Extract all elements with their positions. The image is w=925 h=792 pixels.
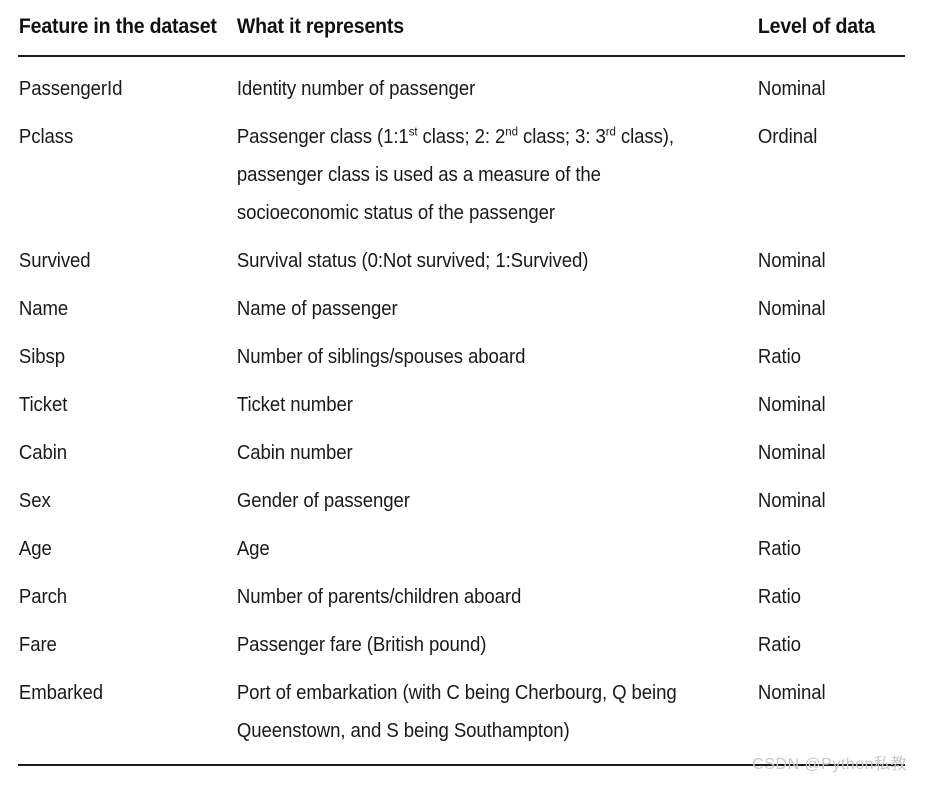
cell-meaning: Number of siblings/spouses aboard [236, 346, 526, 368]
cell-level: Ratio [757, 634, 801, 656]
cell-level: Nominal [757, 298, 826, 320]
cell-meaning: Ticket number [236, 394, 353, 416]
table-row: PassengerId Identity number of passenger N… [18, 56, 905, 113]
table-row: Sex Gender of passenger Nominal [18, 477, 905, 525]
table-row: Embarked Port of embarkation (with C bein… [18, 669, 905, 766]
cell-feature: Parch [18, 586, 68, 608]
table-row: Ticket Ticket number Nominal [18, 381, 905, 429]
cell-feature: Cabin [18, 442, 68, 464]
cell-feature: Survived [18, 250, 91, 272]
cell-meaning: Identity number of passenger [236, 78, 476, 100]
feature-description-table: Feature in the dataset What it represent… [18, 0, 905, 766]
cell-level: Nominal [757, 78, 826, 100]
cell-level: Nominal [757, 394, 826, 416]
cell-meaning: Passenger fare (British pound) [236, 634, 487, 656]
cell-level: Ratio [757, 538, 801, 560]
table-row: Survived Survival status (0:Not survived;… [18, 237, 905, 285]
table-body: PassengerId Identity number of passenger N… [18, 56, 905, 766]
cell-meaning: Gender of passenger [236, 490, 410, 512]
cell-level: Nominal [757, 250, 826, 272]
cell-meaning: Passenger class (1:1st class; 2: 2nd cla… [236, 124, 674, 224]
cell-meaning: Number of parents/children aboard [236, 586, 522, 608]
cell-feature: PassengerId [18, 78, 123, 100]
column-header-meaning: What it represents [235, 0, 721, 57]
cell-feature: Age [18, 538, 52, 560]
table-header: Feature in the dataset What it represent… [18, 0, 905, 57]
cell-feature: Sibsp [18, 346, 65, 368]
cell-feature: Name [18, 298, 69, 320]
table-header-row: Feature in the dataset What it represent… [18, 0, 905, 57]
cell-feature: Embarked [18, 669, 220, 766]
cell-meaning: Cabin number [236, 442, 353, 464]
table-row: Age Age Ratio [18, 525, 905, 573]
table-row: Sibsp Number of siblings/spouses aboard Ra… [18, 333, 905, 381]
feature-description-table-container: Feature in the dataset What it represent… [0, 0, 925, 792]
cell-meaning: Port of embarkation (with C being Cherbo… [235, 669, 721, 766]
cell-feature: Sex [18, 490, 51, 512]
cell-meaning: Survival status (0:Not survived; 1:Survi… [236, 250, 589, 272]
cell-meaning: Name of passenger [236, 298, 398, 320]
cell-feature: Fare [18, 634, 57, 656]
cell-feature: Pclass [18, 126, 74, 148]
column-header-feature: Feature in the dataset [18, 0, 220, 57]
cell-level: Nominal [757, 669, 895, 766]
table-row: Pclass Passenger class (1:1st class; 2: 2… [18, 113, 905, 237]
table-row: Name Name of passenger Nominal [18, 285, 905, 333]
cell-level: Ratio [757, 586, 801, 608]
table-row: Cabin Cabin number Nominal [18, 429, 905, 477]
cell-level: Nominal [757, 490, 826, 512]
table-row: Fare Passenger fare (British pound) Ratio [18, 621, 905, 669]
cell-level: Ratio [757, 346, 801, 368]
cell-level: Ordinal [757, 126, 818, 148]
table-row: Parch Number of parents/children aboard Ra… [18, 573, 905, 621]
column-header-level: Level of data [757, 0, 895, 57]
cell-level: Nominal [757, 442, 826, 464]
cell-feature: Ticket [18, 394, 68, 416]
cell-meaning: Age [236, 538, 270, 560]
